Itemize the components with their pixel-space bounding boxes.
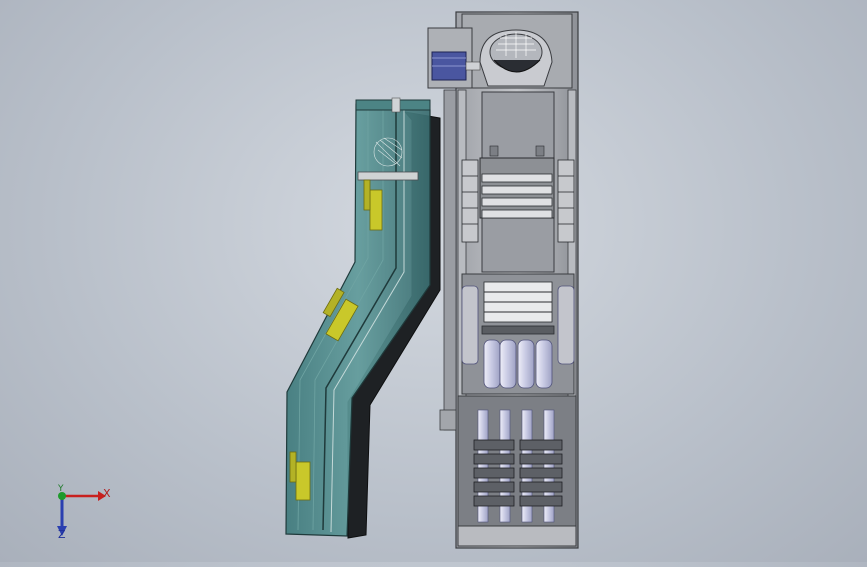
main-frame[interactable] xyxy=(427,11,579,549)
chute-body[interactable] xyxy=(285,97,441,539)
axis-z-label: Z xyxy=(58,528,66,541)
cad-viewport[interactable] xyxy=(0,0,867,562)
drive-motor xyxy=(427,27,481,89)
head-drum xyxy=(479,29,553,87)
axis-y-label: Y xyxy=(58,484,64,494)
axis-x-label: X xyxy=(103,487,111,500)
guide-plates-mid xyxy=(481,281,555,335)
model-drawing xyxy=(285,11,579,549)
